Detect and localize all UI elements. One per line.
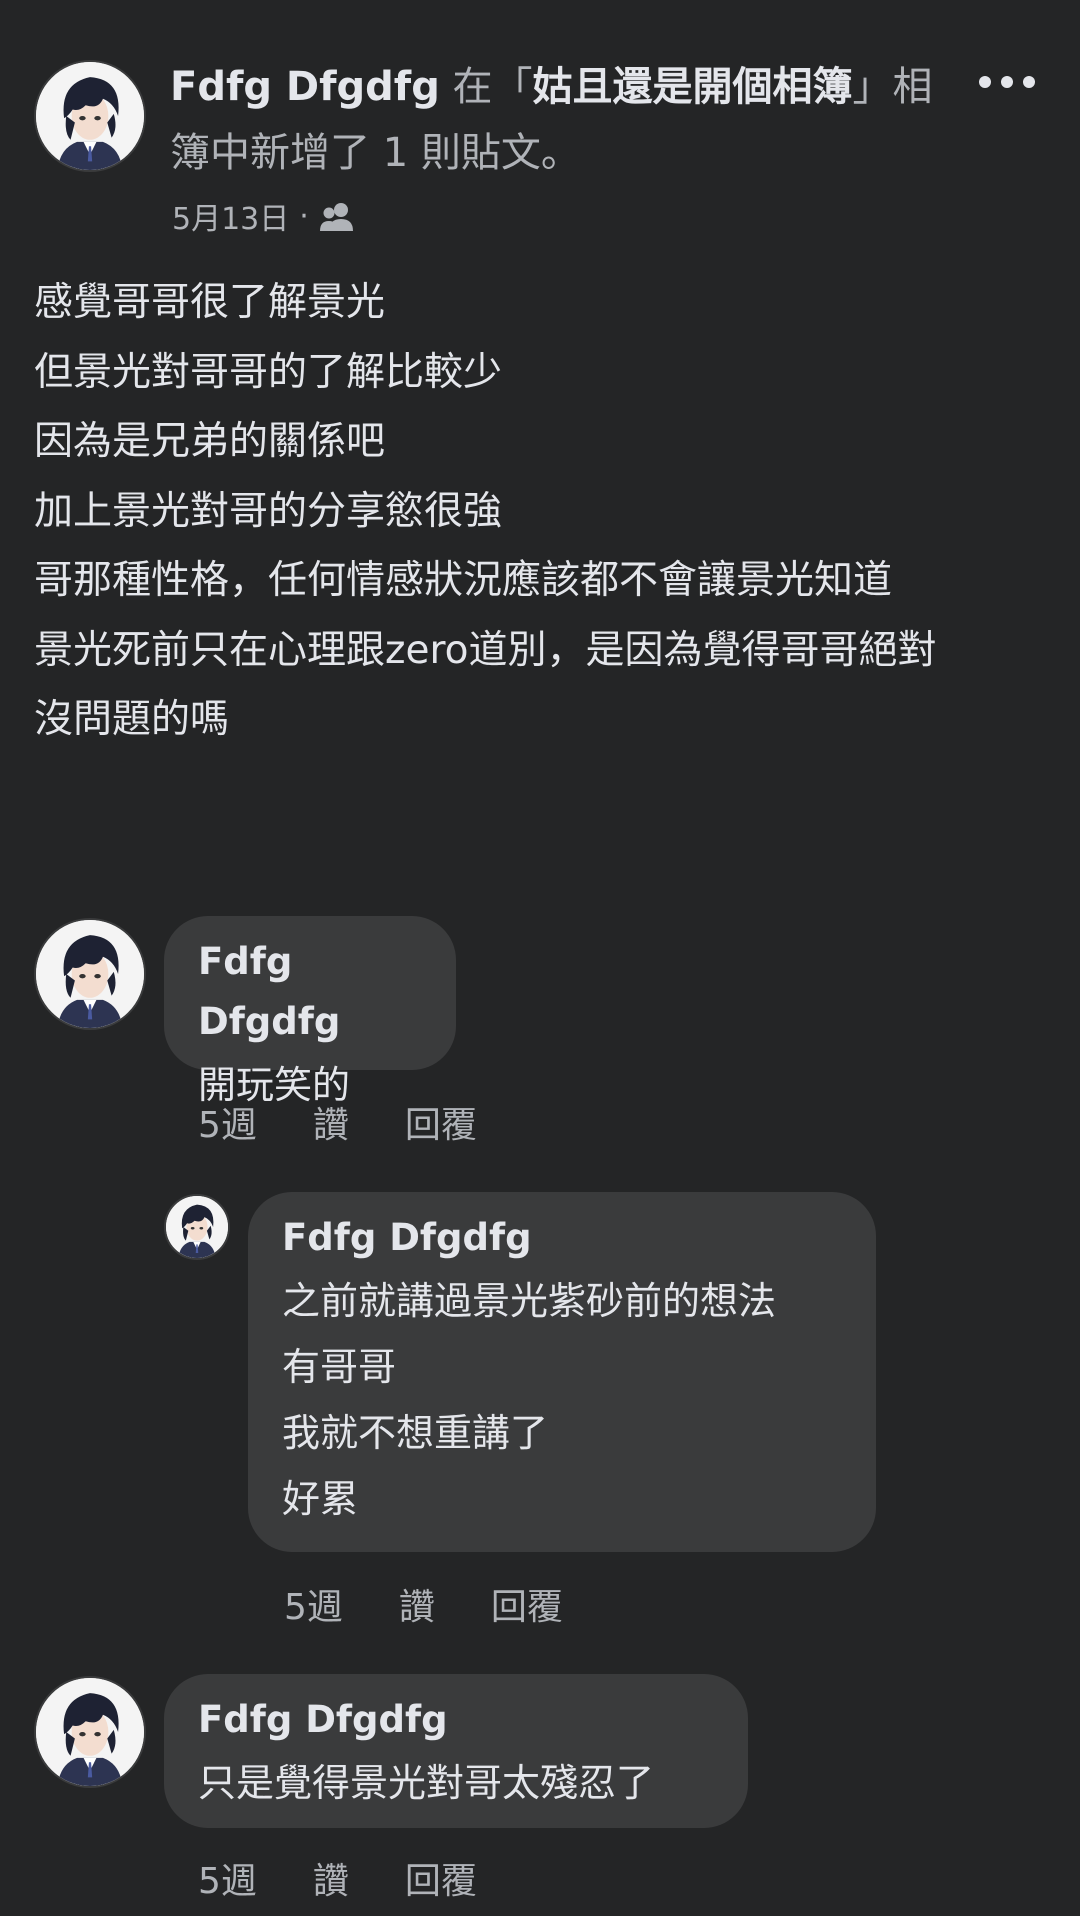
comment-author[interactable]: Fdfg Dfgdfg (198, 1690, 712, 1750)
post-line: 感覺哥哥很了解景光 (34, 280, 386, 325)
post-author-name[interactable]: Fdfg Dfgdfg (170, 64, 440, 110)
avatar-image (36, 62, 144, 170)
comment-bubble: Fdfg Dfgdfg 只是覺得景光對哥太殘忍了 (164, 1674, 748, 1828)
comment-avatar[interactable] (34, 918, 146, 1030)
meta-separator: · (299, 198, 309, 234)
more-options-button[interactable] (962, 62, 1052, 102)
avatar-image (36, 1678, 144, 1786)
post-line: 因為是兄弟的關係吧 (34, 419, 386, 464)
like-button[interactable]: 讚 (399, 1578, 435, 1630)
comment-text: 好累 (282, 1477, 359, 1521)
comment-time[interactable]: 5週 (284, 1578, 343, 1630)
reply-button[interactable]: 回覆 (405, 1096, 477, 1148)
post-line: 哥那種性格，任何情感狀況應該都不會讓景光知道 (34, 558, 893, 603)
post-line: 加上景光對哥的分享慾很強 (34, 488, 503, 534)
post-line: 景光死前只在心理跟zero道別，是因為覺得哥哥絕對 (34, 627, 937, 673)
comment-author[interactable]: Fdfg Dfgdfg (198, 932, 420, 1052)
avatar-image (166, 1196, 228, 1258)
friends-icon[interactable] (319, 201, 355, 231)
comment-time[interactable]: 5週 (198, 1852, 257, 1904)
post-body: 感覺哥哥很了解景光 但景光對哥哥的了解比較少 因為是兄弟的關係吧 加上景光對哥的… (34, 268, 1054, 755)
post-header-text: Fdfg Dfgdfg 在「姑且還是開個相簿」相簿中新增了 1 則貼文。 (170, 54, 970, 186)
comment-time[interactable]: 5週 (198, 1096, 257, 1148)
reply-button[interactable]: 回覆 (491, 1578, 563, 1630)
post-date[interactable]: 5月13日 (172, 194, 289, 238)
more-options-icon (979, 76, 991, 88)
comment-text: 我就不想重講了 (282, 1411, 549, 1455)
comment-bubble: Fdfg Dfgdfg 開玩笑的 (164, 916, 456, 1107)
comment-actions: 5週 讚 回覆 (198, 1096, 477, 1148)
reply-avatar[interactable] (164, 1194, 230, 1260)
comment-actions: 5週 讚 回覆 (198, 1852, 477, 1904)
comment-text: 有哥哥 (282, 1345, 397, 1389)
comment-text: 只是覺得景光對哥太殘忍了 (198, 1761, 655, 1805)
like-button[interactable]: 讚 (313, 1852, 349, 1904)
post-meta: 5月13日 · (172, 194, 355, 238)
comment-text: 之前就講過景光紫砂前的想法 (282, 1279, 777, 1323)
avatar-image (36, 920, 144, 1028)
comment-actions: 5週 讚 回覆 (284, 1578, 563, 1630)
reply-bubble: Fdfg Dfgdfg 之前就講過景光紫砂前的想法 有哥哥 我就不想重講了 好累 (248, 1192, 876, 1552)
comment-author[interactable]: Fdfg Dfgdfg (282, 1208, 840, 1268)
post-line: 沒問題的嗎 (34, 697, 230, 742)
like-button[interactable]: 讚 (313, 1096, 349, 1148)
comment-avatar[interactable] (34, 1676, 146, 1788)
reply-button[interactable]: 回覆 (405, 1852, 477, 1904)
album-link[interactable]: 姑且還是開個相簿 (533, 64, 853, 110)
post-action-prefix: 在「 (439, 64, 533, 110)
post-author-avatar[interactable] (34, 60, 146, 172)
post-line: 但景光對哥哥的了解比較少 (34, 349, 503, 395)
